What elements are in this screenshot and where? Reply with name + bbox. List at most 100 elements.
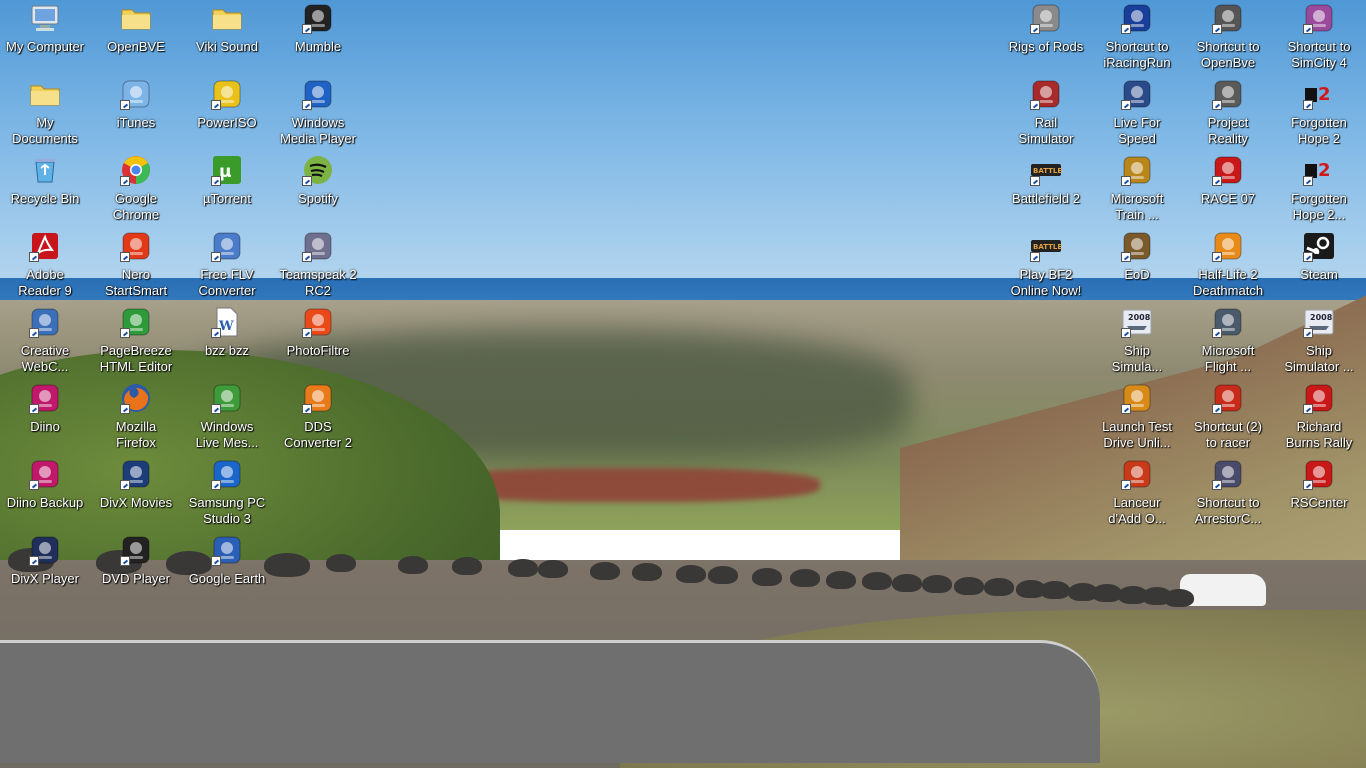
battlefield-icon: BATTLEFIELD (1030, 154, 1062, 186)
desktop-icon-label: Nero StartSmart (104, 267, 168, 298)
desktop-icon-shortcut-to-iracingrun[interactable]: Shortcut to iRacingRun (1092, 0, 1182, 71)
desktop-icon-rigs-of-rods[interactable]: Rigs of Rods (1001, 0, 1091, 55)
desktop-icon-itunes[interactable]: iTunes (91, 76, 181, 131)
desktop-icon-ship-simulator[interactable]: 2008 Ship Simulator ... (1274, 304, 1364, 375)
diino-icon (29, 382, 61, 414)
diino-backup-icon (29, 458, 61, 490)
wallpaper-rock (632, 563, 662, 581)
desktop-icon-label: Teamspeak 2 RC2 (279, 267, 357, 298)
desktop-icon-label: Ship Simulator ... (1284, 343, 1354, 374)
desktop-icon-live-for-speed[interactable]: Live For Speed (1092, 76, 1182, 147)
shortcut-arrow-icon (1303, 252, 1313, 262)
desktop-icon-teamspeak-2-rc2[interactable]: Teamspeak 2 RC2 (273, 228, 363, 299)
desktop-icon-label: DivX Player (11, 571, 79, 586)
desktop-icon-mozilla-firefox[interactable]: Mozilla Firefox (91, 380, 181, 451)
shortcut-arrow-icon (1212, 252, 1222, 262)
shortcut-arrow-icon (302, 252, 312, 262)
shortcut-arrow-icon (1212, 328, 1222, 338)
desktop-icon-eod[interactable]: EoD (1092, 228, 1182, 283)
desktop-icon-label: RACE 07 (1200, 191, 1256, 206)
google-earth-icon (211, 534, 243, 566)
shortcut-arrow-icon (1121, 100, 1131, 110)
desktop-icon-label: Shortcut to SimCity 4 (1287, 39, 1351, 70)
utorrent-icon: µ (211, 154, 243, 186)
desktop-icon-windows-live-mes[interactable]: Windows Live Mes... (182, 380, 272, 451)
desktop-icon-battlefield-2[interactable]: BATTLEFIELD Battlefield 2 (1001, 152, 1091, 207)
desktop-icon-my-computer[interactable]: My Computer (0, 0, 90, 55)
desktop-icon-label: Adobe Reader 9 (18, 267, 72, 298)
desktop-icon-windows-media-player[interactable]: Windows Media Player (273, 76, 363, 147)
desktop-icon-shortcut-to-openbve[interactable]: Shortcut to OpenBve (1183, 0, 1273, 71)
wallpaper-rock (752, 568, 782, 586)
desktop-icon-label: Diino Backup (6, 495, 84, 510)
desktop-icon-pagebreeze-html-editor[interactable]: PageBreeze HTML Editor (91, 304, 181, 375)
desktop-icon-microsoft-flight[interactable]: Microsoft Flight ... (1183, 304, 1273, 375)
desktop-icon-google-chrome[interactable]: Google Chrome (91, 152, 181, 223)
windows-media-player-icon (302, 78, 334, 110)
desktop-icon-rscenter[interactable]: RSCenter (1274, 456, 1364, 511)
my-documents-icon (29, 78, 61, 110)
desktop-icon-my-documents[interactable]: My Documents (0, 76, 90, 147)
shortcut-arrow-icon (120, 480, 130, 490)
desktop-icon-nero-startsmart[interactable]: Nero StartSmart (91, 228, 181, 299)
desktop-icon-torrent[interactable]: µ µTorrent (182, 152, 272, 207)
desktop-icon-label: Rail Simulator (1018, 115, 1074, 146)
desktop-icon-shortcut-to-arrestorc[interactable]: Shortcut to ArrestorC... (1183, 456, 1273, 527)
desktop-icon-dvd-player[interactable]: DVD Player (91, 532, 181, 587)
desktop-icon-ship-simula[interactable]: 2008 Ship Simula... (1092, 304, 1182, 375)
desktop-icon-spotify[interactable]: Spotify (273, 152, 363, 207)
desktop-icon-recycle-bin[interactable]: Recycle Bin (0, 152, 90, 207)
desktop-icon-divx-movies[interactable]: DivX Movies (91, 456, 181, 511)
desktop-icon-adobe-reader-9[interactable]: Adobe Reader 9 (0, 228, 90, 299)
desktop-icon-creative-webc[interactable]: Creative WebC... (0, 304, 90, 375)
desktop-icon-mumble[interactable]: Mumble (273, 0, 363, 55)
desktop-icon-photofiltre[interactable]: PhotoFiltre (273, 304, 363, 359)
desktop-icon-project-reality[interactable]: Project Reality (1183, 76, 1273, 147)
desktop-icon-richard-burns-rally[interactable]: Richard Burns Rally (1274, 380, 1364, 451)
desktop-icon-microsoft-train[interactable]: Microsoft Train ... (1092, 152, 1182, 223)
desktop-icon-poweriso[interactable]: PowerISO (182, 76, 272, 131)
desktop-icon-steam[interactable]: Steam (1274, 228, 1364, 283)
desktop-icon-label: Google Chrome (112, 191, 160, 222)
shortcut-arrow-icon (302, 24, 312, 34)
desktop-icon-race-07[interactable]: RACE 07 (1183, 152, 1273, 207)
desktop-icon-viki-sound[interactable]: Viki Sound (182, 0, 272, 55)
desktop-icon-rail-simulator[interactable]: Rail Simulator (1001, 76, 1091, 147)
desktop-icon-google-earth[interactable]: Google Earth (182, 532, 272, 587)
desktop-icon-samsung-pc-studio-3[interactable]: Samsung PC Studio 3 (182, 456, 272, 527)
desktop-icon-label: Recycle Bin (10, 191, 80, 206)
desktop-icon-openbve[interactable]: OpenBVE (91, 0, 181, 55)
webcam-icon (29, 306, 61, 338)
test-drive-icon (1121, 382, 1153, 414)
shortcut-arrow-icon (211, 100, 221, 110)
project-reality-icon (1212, 78, 1244, 110)
desktop-icon-diino-backup[interactable]: Diino Backup (0, 456, 90, 511)
desktop-icon-diino[interactable]: Diino (0, 380, 90, 435)
desktop-icon-launch-test-drive-unli[interactable]: Launch Test Drive Unli... (1092, 380, 1182, 451)
desktop-icon-shortcut-to-simcity-4[interactable]: Shortcut to SimCity 4 (1274, 0, 1364, 71)
shortcut-arrow-icon (211, 176, 221, 186)
desktop-icon-dds-converter-2[interactable]: DDS Converter 2 (273, 380, 363, 451)
flv-converter-icon (211, 230, 243, 262)
shortcut-arrow-icon (1303, 404, 1313, 414)
desktop-icon-lanceur-d-add-o[interactable]: Lanceur d'Add O... (1092, 456, 1182, 527)
openbve-icon (1212, 2, 1244, 34)
desktop-icon-free-flv-converter[interactable]: Free FLV Converter (182, 228, 272, 299)
desktop-icon-label: Launch Test Drive Unli... (1102, 419, 1172, 450)
desktop-icon-label: Google Earth (188, 571, 266, 586)
desktop-icon-shortcut-2-to-racer[interactable]: Shortcut (2) to racer (1183, 380, 1273, 451)
desktop-icon-divx-player[interactable]: DivX Player (0, 532, 90, 587)
desktop-icon-forgotten-hope-2[interactable]: 2 Forgotten Hope 2 (1274, 76, 1364, 147)
desktop-icon-half-life-2-deathmatch[interactable]: Half-Life 2 Deathmatch (1183, 228, 1273, 299)
wallpaper-rock (326, 554, 356, 572)
desktop-icon-play-bf2-online-now[interactable]: BATTLEFIELD Play BF2 Online Now! (1001, 228, 1091, 299)
shortcut-arrow-icon (1212, 24, 1222, 34)
desktop-icon-label: Shortcut (2) to racer (1194, 419, 1262, 450)
wallpaper-rock (984, 578, 1014, 596)
wallpaper-rock (708, 566, 738, 584)
shortcut-arrow-icon (120, 328, 130, 338)
desktop-icon-bzz-bzz[interactable]: Wbzz bzz (182, 304, 272, 359)
battlefield-icon: BATTLEFIELD (1030, 230, 1062, 262)
desktop-icon-forgotten-hope-2[interactable]: 2 Forgotten Hope 2... (1274, 152, 1364, 223)
wallpaper-rock (892, 574, 922, 592)
